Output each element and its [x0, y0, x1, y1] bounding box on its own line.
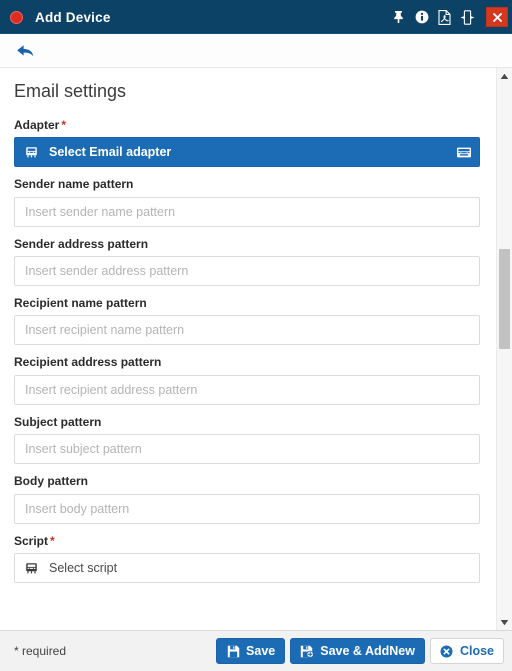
sender-name-pattern-input[interactable] [14, 196, 480, 227]
info-icon[interactable] [414, 9, 429, 25]
keyboard-icon[interactable] [455, 144, 473, 160]
required-note: * required [14, 644, 67, 658]
record-dot-icon [10, 10, 23, 24]
adapter-picker-label: Select Email adapter [49, 145, 172, 160]
field-recipient-address-pattern: Recipient address pattern [14, 355, 480, 405]
resize-icon[interactable] [460, 9, 475, 25]
close-circle-icon [440, 644, 454, 658]
titlebar: Add Device [0, 0, 512, 34]
save-and-addnew-button-label: Save & AddNew [320, 644, 415, 658]
save-button-label: Save [246, 644, 276, 658]
label-body-pattern: Body pattern [14, 474, 89, 489]
label-script: Script * [14, 534, 480, 548]
page-title: Email settings [14, 81, 127, 101]
label-recipient-name-pattern: Recipient name pattern [14, 295, 147, 310]
device-chip-icon [23, 144, 40, 160]
field-adapter: Adapter * Select Email adapter [14, 118, 480, 168]
toolbar [0, 34, 512, 68]
scrollbar-thumb[interactable] [499, 249, 510, 349]
body-pattern-input[interactable] [14, 493, 480, 524]
recipient-address-pattern-input[interactable] [14, 374, 480, 405]
save-and-addnew-button[interactable]: Save & AddNew [290, 638, 425, 664]
add-device-dialog: Add Device Email settings Adapter * Sele… [0, 0, 512, 671]
field-script: Script * Select script [14, 534, 480, 583]
sender-address-pattern-input[interactable] [14, 255, 480, 286]
label-adapter: Adapter * [14, 118, 480, 132]
save-add-icon [300, 644, 315, 658]
chevron-down-icon[interactable] [497, 614, 512, 630]
save-button[interactable]: Save [216, 638, 286, 664]
footer: * required Save Save & AddNew Close [0, 630, 512, 671]
subject-pattern-input[interactable] [14, 434, 480, 465]
label-sender-address-pattern: Sender address pattern [14, 236, 149, 251]
titlebar-actions [391, 7, 508, 27]
content-area: Email settings Adapter * Select Email ad… [0, 68, 512, 630]
close-button[interactable]: Close [429, 638, 504, 664]
back-arrow-icon[interactable] [14, 40, 36, 62]
recipient-name-pattern-input[interactable] [14, 315, 480, 346]
script-picker[interactable]: Select script [14, 552, 480, 583]
field-sender-address-pattern: Sender address pattern [14, 237, 480, 286]
chevron-up-icon[interactable] [497, 68, 512, 84]
label-recipient-address-pattern: Recipient address pattern [14, 355, 162, 370]
save-disk-icon [226, 644, 240, 658]
field-sender-name-pattern: Sender name pattern [14, 177, 480, 227]
label-adapter-text: Adapter [14, 117, 60, 132]
required-marker: * [61, 117, 67, 132]
field-body-pattern: Body pattern [14, 474, 480, 524]
required-marker-script: * [50, 533, 55, 548]
script-picker-label: Select script [49, 560, 118, 575]
adapter-picker[interactable]: Select Email adapter [14, 137, 480, 168]
field-subject-pattern: Subject pattern [14, 414, 480, 465]
pin-icon[interactable] [391, 9, 406, 25]
email-settings-form: Email settings Adapter * Select Email ad… [0, 68, 496, 630]
window-close-button[interactable] [486, 7, 508, 27]
close-button-label: Close [459, 644, 494, 658]
window-title: Add Device [35, 9, 111, 25]
label-subject-pattern: Subject pattern [14, 414, 102, 429]
field-recipient-name-pattern: Recipient name pattern [14, 295, 480, 346]
footer-buttons: Save Save & AddNew Close [216, 638, 504, 664]
label-script-text: Script [14, 533, 49, 548]
pdf-export-icon[interactable] [437, 9, 452, 25]
label-sender-name-pattern: Sender name pattern [14, 177, 134, 192]
scrollbar-track[interactable] [497, 84, 512, 614]
device-chip-icon [23, 560, 40, 576]
vertical-scrollbar[interactable] [496, 68, 512, 630]
